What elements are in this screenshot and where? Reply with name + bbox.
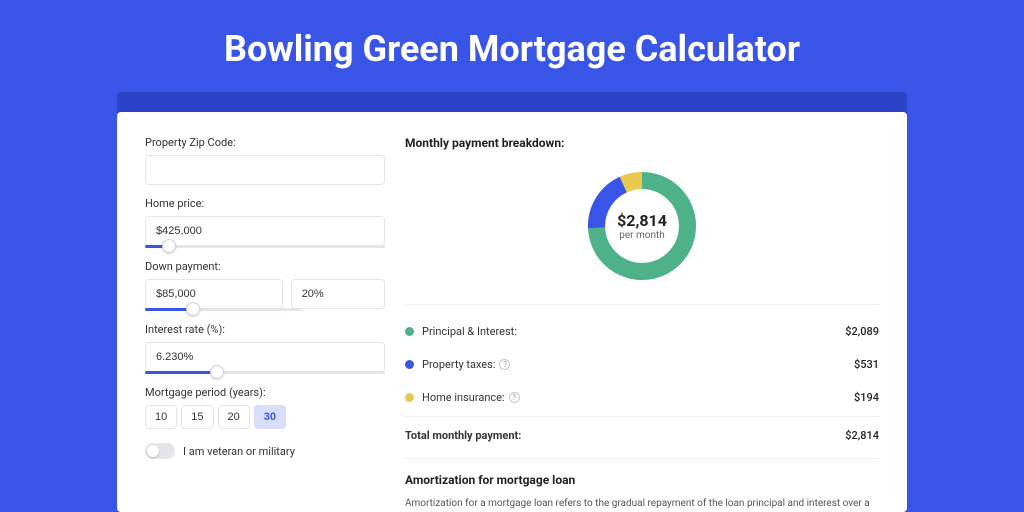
- interest-input[interactable]: [145, 342, 385, 372]
- calculator-card: Property Zip Code: Home price: Down paym…: [117, 112, 907, 512]
- interest-label: Interest rate (%):: [145, 323, 385, 336]
- period-label: Mortgage period (years):: [145, 386, 385, 399]
- breakdown-label: Home insurance:: [422, 391, 505, 404]
- total-label: Total monthly payment:: [405, 429, 521, 442]
- period-10-button[interactable]: 10: [145, 405, 177, 429]
- amortization-text: Amortization for a mortgage loan refers …: [405, 497, 879, 512]
- donut-center: $2,814 per month: [582, 166, 702, 286]
- legend-dot-taxes: [405, 360, 414, 369]
- page-title: Bowling Green Mortgage Calculator: [0, 0, 1024, 92]
- home-price-slider[interactable]: [145, 245, 385, 248]
- breakdown-row-total: Total monthly payment: $2,814: [405, 416, 879, 452]
- breakdown-label: Property taxes:: [422, 358, 495, 371]
- info-icon[interactable]: ?: [509, 392, 520, 403]
- breakdown-heading: Monthly payment breakdown:: [405, 136, 879, 150]
- veteran-label: I am veteran or military: [183, 445, 295, 458]
- down-payment-field: Down payment:: [145, 260, 385, 311]
- total-value: $2,814: [845, 429, 879, 442]
- zip-label: Property Zip Code:: [145, 136, 385, 149]
- period-15-button[interactable]: 15: [181, 405, 213, 429]
- breakdown-value: $531: [854, 358, 879, 371]
- slider-thumb[interactable]: [210, 365, 224, 379]
- donut-chart: $2,814 per month: [405, 156, 879, 304]
- donut-amount: $2,814: [617, 211, 667, 230]
- period-20-button[interactable]: 20: [218, 405, 250, 429]
- veteran-row: I am veteran or military: [145, 443, 385, 459]
- breakdown-row-taxes: Property taxes: ? $531: [405, 348, 879, 381]
- legend-dot-principal: [405, 327, 414, 336]
- donut-sub: per month: [619, 230, 665, 241]
- form-panel: Property Zip Code: Home price: Down paym…: [145, 136, 385, 512]
- divider: [405, 304, 879, 305]
- down-payment-pct-input[interactable]: [291, 279, 385, 309]
- down-payment-label: Down payment:: [145, 260, 385, 273]
- info-icon[interactable]: ?: [499, 359, 510, 370]
- home-price-input[interactable]: [145, 216, 385, 246]
- home-price-label: Home price:: [145, 197, 385, 210]
- breakdown-row-principal: Principal & Interest: $2,089: [405, 315, 879, 348]
- breakdown-value: $2,089: [845, 325, 879, 338]
- breakdown-value: $194: [854, 391, 879, 404]
- breakdown-row-insurance: Home insurance: ? $194: [405, 381, 879, 414]
- down-payment-amount-input[interactable]: [145, 279, 283, 309]
- interest-slider[interactable]: [145, 371, 385, 374]
- legend-dot-insurance: [405, 393, 414, 402]
- breakdown-label: Principal & Interest:: [422, 325, 517, 338]
- period-options: 10 15 20 30: [145, 405, 385, 429]
- period-30-button[interactable]: 30: [254, 405, 286, 429]
- zip-input[interactable]: [145, 155, 385, 185]
- interest-field: Interest rate (%):: [145, 323, 385, 374]
- slider-thumb[interactable]: [162, 239, 176, 253]
- amortization-heading: Amortization for mortgage loan: [405, 458, 879, 487]
- breakdown-panel: Monthly payment breakdown: $2,814 per mo…: [405, 136, 879, 512]
- down-payment-slider[interactable]: [145, 308, 303, 311]
- zip-field: Property Zip Code:: [145, 136, 385, 185]
- veteran-toggle[interactable]: [145, 443, 175, 459]
- slider-thumb[interactable]: [186, 302, 200, 316]
- home-price-field: Home price:: [145, 197, 385, 248]
- period-field: Mortgage period (years): 10 15 20 30: [145, 386, 385, 429]
